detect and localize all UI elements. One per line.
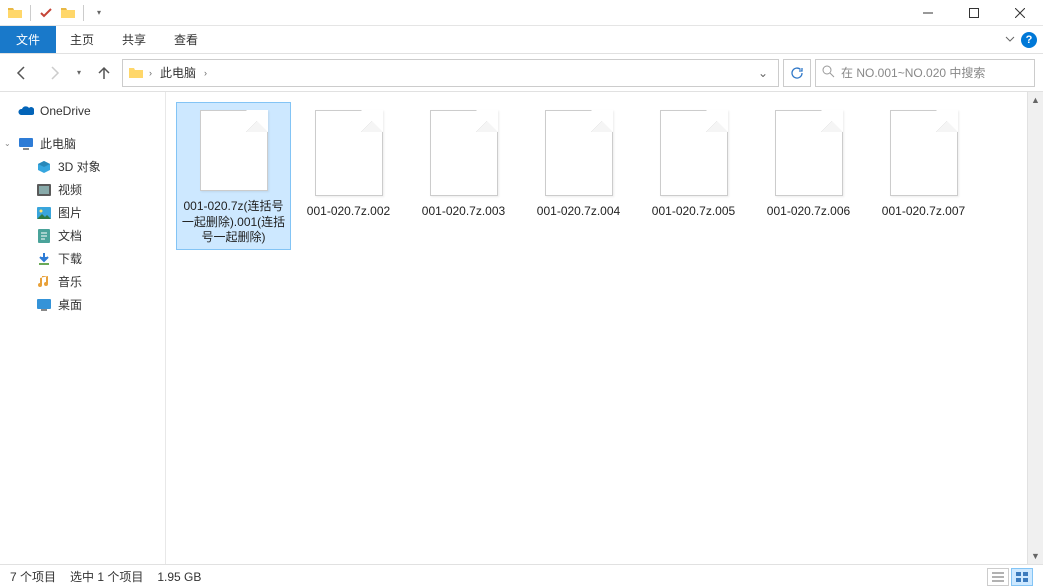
file-item[interactable]: 001-020.7z.006 — [751, 102, 866, 250]
sidebar-item-pictures[interactable]: 图片 — [0, 201, 165, 224]
breadcrumb-item[interactable]: 此电脑 — [156, 64, 200, 81]
minimize-button[interactable] — [905, 0, 951, 26]
scroll-track[interactable] — [1028, 108, 1043, 548]
sidebar-item-label: 3D 对象 — [58, 158, 101, 175]
separator — [83, 5, 84, 21]
forward-button[interactable] — [40, 59, 68, 87]
sidebar-item-music[interactable]: 音乐 — [0, 270, 165, 293]
file-icon — [660, 110, 728, 196]
chevron-right-icon[interactable]: › — [149, 68, 152, 78]
close-button[interactable] — [997, 0, 1043, 26]
file-name: 001-020.7z.004 — [537, 204, 620, 220]
desktop-icon — [36, 297, 52, 313]
file-item[interactable]: 001-020.7z.007 — [866, 102, 981, 250]
folder-icon[interactable] — [6, 4, 24, 22]
sidebar-item-label: 文档 — [58, 227, 82, 244]
tab-home[interactable]: 主页 — [56, 26, 108, 53]
address-box[interactable]: › 此电脑 › ⌄ — [122, 59, 779, 87]
sidebar-item-documents[interactable]: 文档 — [0, 224, 165, 247]
recent-dropdown[interactable]: ▾ — [72, 59, 86, 87]
music-icon — [36, 274, 52, 290]
file-name: 001-020.7z.003 — [422, 204, 505, 220]
status-size: 1.95 GB — [157, 570, 201, 584]
view-icons-button[interactable] — [1011, 568, 1033, 586]
search-icon — [822, 65, 835, 81]
window-controls — [905, 0, 1043, 26]
qat-dropdown-icon[interactable]: ▾ — [90, 4, 108, 22]
file-icon — [430, 110, 498, 196]
qat: ▾ — [0, 4, 108, 22]
sidebar-item-downloads[interactable]: 下载 — [0, 247, 165, 270]
sidebar-item-label: 音乐 — [58, 273, 82, 290]
file-item[interactable]: 001-020.7z.005 — [636, 102, 751, 250]
back-button[interactable] — [8, 59, 36, 87]
view-details-button[interactable] — [987, 568, 1009, 586]
file-item[interactable]: 001-020.7z.003 — [406, 102, 521, 250]
pc-icon — [18, 136, 34, 152]
address-dropdown-icon[interactable]: ⌄ — [752, 66, 774, 80]
file-icon — [315, 110, 383, 196]
up-button[interactable] — [90, 59, 118, 87]
sidebar-item-label: 图片 — [58, 204, 82, 221]
file-icon — [200, 110, 268, 191]
folder-icon-2[interactable] — [59, 4, 77, 22]
file-name: 001-020.7z.006 — [767, 204, 850, 220]
sidebar-item-onedrive[interactable]: OneDrive — [0, 100, 165, 122]
file-tab[interactable]: 文件 — [0, 26, 56, 53]
video-icon — [36, 182, 52, 198]
sidebar-item-label: 此电脑 — [40, 135, 76, 152]
tab-share[interactable]: 共享 — [108, 26, 160, 53]
folder-icon — [127, 64, 145, 82]
checkmark-icon[interactable] — [37, 4, 55, 22]
scroll-up-icon[interactable]: ▲ — [1028, 92, 1043, 108]
search-placeholder: 在 NO.001~NO.020 中搜索 — [841, 64, 985, 81]
status-count: 7 个项目 — [10, 568, 56, 585]
maximize-button[interactable] — [951, 0, 997, 26]
search-input[interactable]: 在 NO.001~NO.020 中搜索 — [815, 59, 1035, 87]
help-icon[interactable]: ? — [1021, 32, 1037, 48]
chevron-down-icon[interactable] — [1005, 33, 1015, 47]
file-name: 001-020.7z.002 — [307, 204, 390, 220]
status-bar: 7 个项目 选中 1 个项目 1.95 GB — [0, 564, 1043, 588]
file-item[interactable]: 001-020.7z(连括号一起删除).001(连括号一起删除) — [176, 102, 291, 250]
file-name: 001-020.7z.007 — [882, 204, 965, 220]
main: OneDrive ⌄ 此电脑 3D 对象 视频 图片 文档 下载 — [0, 92, 1043, 564]
ribbon: 文件 主页 共享 查看 ? — [0, 26, 1043, 54]
sidebar-item-label: 下载 — [58, 250, 82, 267]
chevron-right-icon[interactable]: › — [204, 68, 207, 78]
file-name: 001-020.7z.005 — [652, 204, 735, 220]
collapse-icon[interactable]: ⌄ — [4, 139, 14, 148]
status-selection: 选中 1 个项目 — [70, 568, 143, 585]
onedrive-icon — [18, 103, 34, 119]
sidebar-item-label: 视频 — [58, 181, 82, 198]
file-item[interactable]: 001-020.7z.004 — [521, 102, 636, 250]
refresh-button[interactable] — [783, 59, 811, 87]
scroll-down-icon[interactable]: ▼ — [1028, 548, 1043, 564]
file-item[interactable]: 001-020.7z.002 — [291, 102, 406, 250]
separator — [30, 5, 31, 21]
pictures-icon — [36, 205, 52, 221]
sidebar-item-3d[interactable]: 3D 对象 — [0, 155, 165, 178]
downloads-icon — [36, 251, 52, 267]
file-icon — [545, 110, 613, 196]
address-bar: ▾ › 此电脑 › ⌄ 在 NO.001~NO.020 中搜索 — [0, 54, 1043, 92]
file-list[interactable]: 001-020.7z(连括号一起删除).001(连括号一起删除) 001-020… — [166, 92, 1027, 564]
tab-view[interactable]: 查看 — [160, 26, 212, 53]
titlebar: ▾ — [0, 0, 1043, 26]
file-icon — [775, 110, 843, 196]
sidebar-item-videos[interactable]: 视频 — [0, 178, 165, 201]
3d-icon — [36, 159, 52, 175]
sidebar-item-thispc[interactable]: ⌄ 此电脑 — [0, 132, 165, 155]
sidebar-item-label: OneDrive — [40, 104, 91, 118]
scrollbar-vertical[interactable]: ▲ ▼ — [1027, 92, 1043, 564]
sidebar-item-label: 桌面 — [58, 296, 82, 313]
documents-icon — [36, 228, 52, 244]
file-name: 001-020.7z(连括号一起删除).001(连括号一起删除) — [180, 199, 287, 246]
sidebar-item-desktop[interactable]: 桌面 — [0, 293, 165, 316]
sidebar: OneDrive ⌄ 此电脑 3D 对象 视频 图片 文档 下载 — [0, 92, 166, 564]
file-icon — [890, 110, 958, 196]
